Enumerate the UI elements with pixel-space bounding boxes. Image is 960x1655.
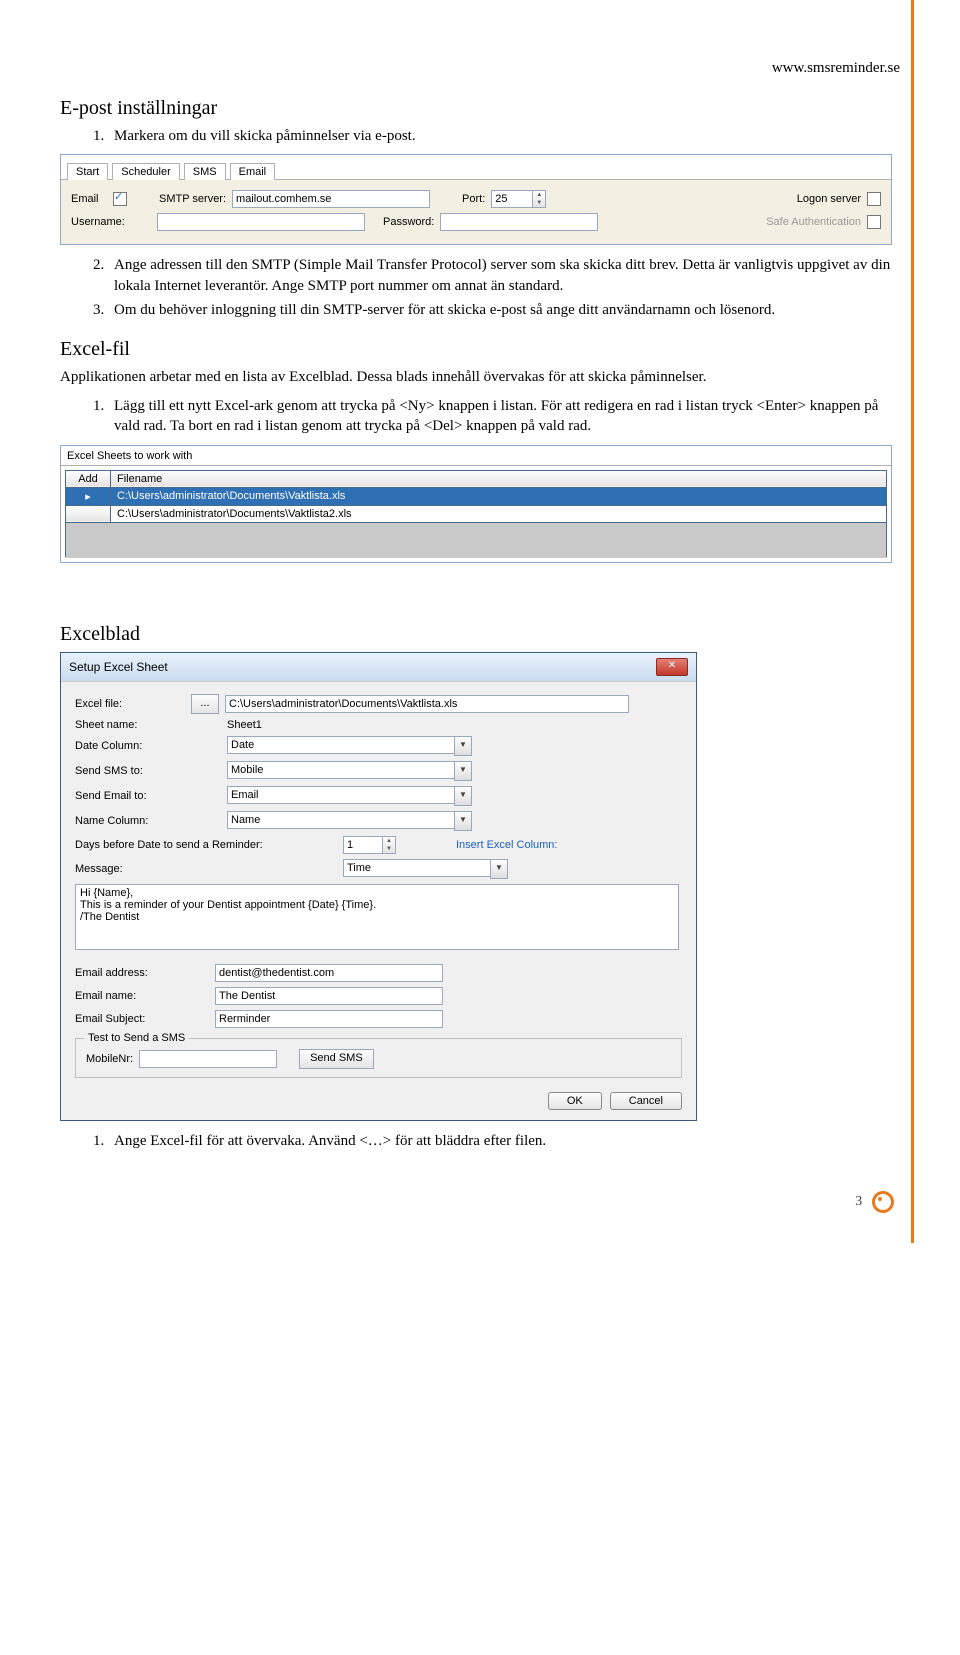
label-email: Email (71, 193, 107, 205)
sheets-add-button[interactable]: Add (66, 470, 111, 487)
combo-date-column[interactable]: ▼ (227, 736, 472, 756)
chevron-down-icon[interactable]: ▼ (454, 811, 472, 831)
label-smtp-server: SMTP server: (159, 193, 226, 205)
tab-scheduler[interactable]: Scheduler (112, 163, 180, 180)
label-email-subject: Email Subject: (75, 1013, 185, 1025)
excelblad-list: Ange Excel-fil för att övervaka. Använd … (60, 1131, 900, 1151)
input-mobile-nr[interactable] (139, 1050, 277, 1068)
sheets-col-filename: Filename (111, 470, 887, 487)
combo-send-sms[interactable]: ▼ (227, 761, 472, 781)
sheets-grid[interactable]: Add Filename ▸ C:\Users\administrator\Do… (65, 470, 887, 558)
excelfil-item-1: Lägg till ett nytt Excel-ark genom att t… (108, 396, 900, 437)
input-smtp-server[interactable] (232, 190, 430, 208)
checkbox-logon[interactable] (867, 192, 881, 206)
dialog-title-text: Setup Excel Sheet (69, 660, 168, 674)
email-list-cont: Ange adressen till den SMTP (Simple Mail… (60, 255, 900, 320)
chevron-up-icon[interactable]: ▲ (383, 837, 395, 845)
combo-name-column[interactable]: ▼ (227, 811, 472, 831)
chevron-down-icon[interactable]: ▼ (454, 786, 472, 806)
spinner-port[interactable]: ▲▼ (491, 190, 546, 208)
section-email-heading: E-post inställningar (60, 97, 900, 120)
input-email-subject[interactable] (215, 1010, 443, 1028)
cancel-button[interactable]: Cancel (610, 1092, 682, 1110)
send-sms-button[interactable]: Send SMS (299, 1049, 374, 1069)
group-legend: Test to Send a SMS (84, 1032, 189, 1044)
input-username[interactable] (157, 213, 365, 231)
combo-name-text[interactable] (227, 811, 454, 829)
label-days-before: Days before Date to send a Reminder: (75, 839, 337, 851)
header-url: www.smsreminder.se (60, 60, 900, 77)
input-excel-file[interactable] (225, 695, 629, 713)
label-insert-column: Insert Excel Column: (456, 839, 557, 851)
combo-sms-text[interactable] (227, 761, 454, 779)
label-message: Message: (75, 863, 337, 875)
input-password[interactable] (440, 213, 598, 231)
sheets-title: Excel Sheets to work with (61, 446, 891, 465)
combo-send-email[interactable]: ▼ (227, 786, 472, 806)
label-send-sms-to: Send SMS to: (75, 765, 185, 777)
value-sheet-name: Sheet1 (227, 719, 262, 731)
setup-excel-dialog: Setup Excel Sheet ✕ Excel file: ... Shee… (60, 652, 697, 1121)
textarea-message[interactable]: Hi {Name}, This is a reminder of your De… (75, 884, 679, 950)
combo-insert-column[interactable]: ▼ (343, 859, 508, 879)
email-item-3: Om du behöver inloggning till din SMTP-s… (108, 300, 900, 320)
input-email-address[interactable] (215, 964, 443, 982)
label-sheet-name: Sheet name: (75, 719, 185, 731)
label-logon-server: Logon server (797, 193, 861, 205)
label-password: Password: (383, 216, 434, 228)
label-excel-file: Excel file: (75, 698, 185, 710)
label-email-name: Email name: (75, 990, 185, 1002)
excelfil-list: Lägg till ett nytt Excel-ark genom att t… (60, 396, 900, 437)
group-test-sms: Test to Send a SMS MobileNr: Send SMS (75, 1038, 682, 1078)
browse-button[interactable]: ... (191, 694, 219, 714)
input-email-name[interactable] (215, 987, 443, 1005)
section-excelblad-heading: Excelblad (60, 623, 900, 646)
email-item-1: Markera om du vill skicka påminnelser vi… (108, 126, 900, 146)
email-list: Markera om du vill skicka påminnelser vi… (60, 126, 900, 146)
label-safe-auth: Safe Authentication (766, 216, 861, 228)
label-send-email-to: Send Email to: (75, 790, 185, 802)
tab-email[interactable]: Email (230, 163, 276, 180)
logo-ring-icon (872, 1191, 894, 1213)
chevron-up-icon[interactable]: ▲ (533, 191, 545, 199)
label-email-address: Email address: (75, 967, 185, 979)
chevron-down-icon[interactable]: ▼ (533, 199, 545, 207)
page-number: 3 (855, 1194, 862, 1209)
email-settings-panel: Start Scheduler SMS Email Email SMTP ser… (60, 154, 892, 245)
ok-button[interactable]: OK (548, 1092, 602, 1110)
label-mobile-nr: MobileNr: (86, 1053, 133, 1065)
combo-date-text[interactable] (227, 736, 454, 754)
spinner-days[interactable]: ▲▼ (343, 836, 396, 854)
checkbox-email[interactable] (113, 192, 127, 206)
input-port[interactable] (491, 190, 533, 208)
chevron-down-icon[interactable]: ▼ (454, 761, 472, 781)
excelblad-item-1: Ange Excel-fil för att övervaka. Använd … (108, 1131, 900, 1151)
combo-email-text[interactable] (227, 786, 454, 804)
close-icon[interactable]: ✕ (656, 658, 688, 676)
table-row[interactable]: C:\Users\administrator\Documents\Vaktlis… (66, 505, 887, 522)
checkbox-safe-auth[interactable] (867, 215, 881, 229)
section-excelfil-heading: Excel-fil (60, 338, 900, 361)
row-handle-icon[interactable] (66, 505, 111, 522)
label-name-column: Name Column: (75, 815, 185, 827)
label-date-column: Date Column: (75, 740, 185, 752)
input-days[interactable] (343, 836, 383, 854)
excelfil-intro: Applikationen arbetar med en lista av Ex… (60, 367, 900, 388)
chevron-down-icon[interactable]: ▼ (383, 845, 395, 853)
chevron-down-icon[interactable]: ▼ (454, 736, 472, 756)
chevron-down-icon[interactable]: ▼ (490, 859, 508, 879)
label-username: Username: (71, 216, 131, 228)
tab-sms[interactable]: SMS (184, 163, 226, 180)
excel-sheets-panel: Excel Sheets to work with Add Filename ▸… (60, 445, 892, 563)
table-row[interactable]: ▸ C:\Users\administrator\Documents\Vaktl… (66, 487, 887, 505)
combo-insert-text[interactable] (343, 859, 490, 877)
page-footer: 3 (60, 1191, 900, 1213)
label-port: Port: (462, 193, 485, 205)
filename-cell[interactable]: C:\Users\administrator\Documents\Vaktlis… (111, 487, 887, 505)
filename-cell[interactable]: C:\Users\administrator\Documents\Vaktlis… (111, 505, 887, 522)
tab-start[interactable]: Start (67, 163, 108, 180)
email-item-2: Ange adressen till den SMTP (Simple Mail… (108, 255, 900, 296)
row-handle-icon[interactable]: ▸ (66, 487, 111, 505)
